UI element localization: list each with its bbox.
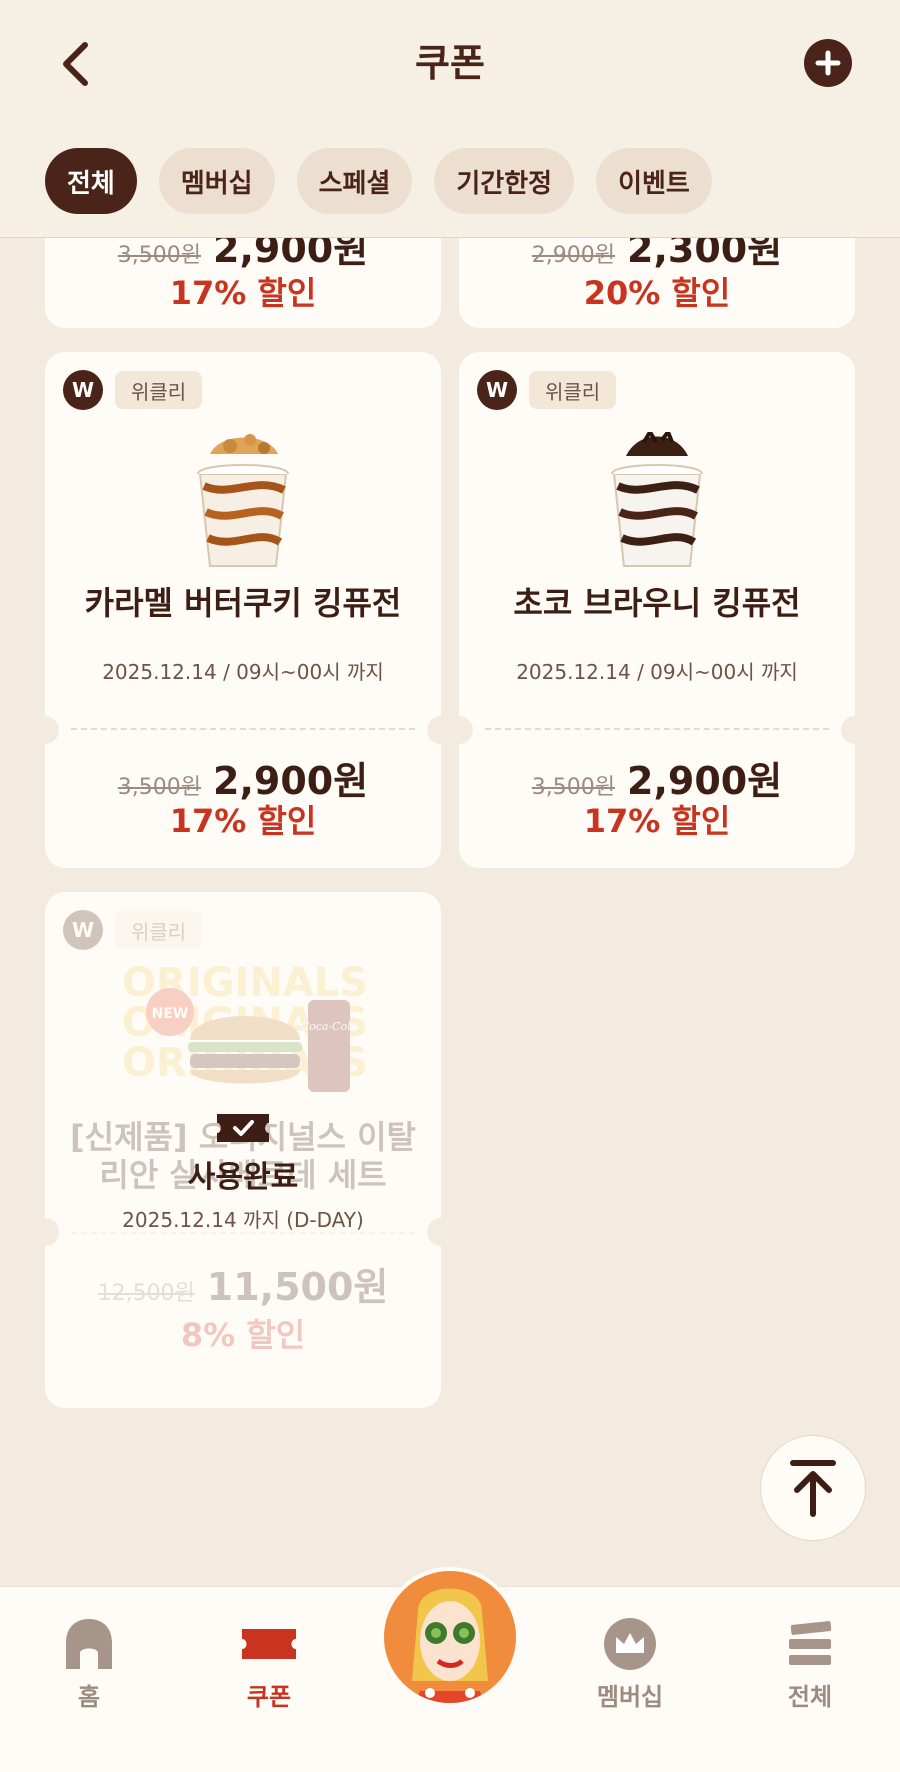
weekly-badge-icon: W	[63, 370, 103, 410]
coupon-product-name: 초코 브라우니 킹퓨전	[513, 584, 801, 622]
coupon-card-used[interactable]: W 위클리 ORIGINALS ORIGINALS ORIGINALS NEW …	[31, 892, 455, 1408]
discount-label: 20% 할인	[583, 274, 731, 312]
nav-label: 전체	[787, 1683, 833, 1711]
bottom-navigation: 홈 쿠폰 멤버십 전체	[0, 1567, 900, 1772]
character-avatar[interactable]	[380, 1567, 520, 1707]
tab-special[interactable]: 스페셜	[296, 148, 413, 214]
coupon-list[interactable]: 3,500원 2,900원 17% 할인 2,900원 2,300원 20% 할…	[0, 238, 900, 1586]
tab-limited[interactable]: 기간한정	[434, 148, 575, 214]
coupon-card[interactable]: 2,900원 2,300원 20% 할인	[459, 238, 855, 328]
used-status-label: 사용완료	[187, 1160, 299, 1195]
arrow-up-icon	[790, 1460, 836, 1517]
tab-event[interactable]: 이벤트	[596, 148, 712, 214]
coupon-card[interactable]: 3,500원 2,900원 17% 할인	[45, 238, 441, 328]
nav-all[interactable]: 전체	[750, 1617, 870, 1712]
original-price: 3,500원	[117, 243, 202, 268]
category-tabs: 전체 멤버십 스페셜 기간한정 이벤트	[45, 148, 712, 214]
add-coupon-button[interactable]	[804, 39, 852, 87]
original-price: 2,900원	[531, 243, 616, 268]
discount-label: 17% 할인	[169, 274, 317, 312]
scroll-top-button[interactable]	[760, 1435, 866, 1541]
original-price: 12,500원	[97, 1281, 195, 1306]
discount-label: 17% 할인	[169, 802, 317, 840]
nav-home[interactable]: 홈	[29, 1617, 149, 1712]
nav-label: 멤버십	[596, 1683, 664, 1711]
weekly-badge-icon: W	[63, 910, 103, 950]
sale-price: 11,500원	[206, 1265, 389, 1309]
menu-stack-icon	[789, 1621, 832, 1665]
app-header: 쿠폰 전체 멤버십 스페셜 기간한정 이벤트	[0, 0, 900, 238]
page-title: 쿠폰	[415, 41, 485, 85]
crown-icon	[604, 1618, 656, 1670]
tab-membership[interactable]: 멤버십	[158, 148, 275, 214]
coupon-validity: 2025.12.14 까지 (D-DAY)	[122, 1208, 364, 1232]
ticket-check-icon	[217, 1114, 269, 1142]
discount-label: 17% 할인	[583, 802, 731, 840]
svg-text:Coca-Cola: Coca-Cola	[301, 1020, 358, 1033]
coupon-tag: 위클리	[115, 371, 203, 409]
weekly-badge-icon: W	[477, 370, 517, 410]
nav-membership[interactable]: 멤버십	[570, 1617, 690, 1712]
svg-text:NEW: NEW	[152, 1006, 189, 1022]
caramel-sundae-image	[197, 434, 289, 567]
ticket-icon	[242, 1629, 296, 1659]
coupon-tag: 위클리	[529, 371, 617, 409]
nav-label: 쿠폰	[246, 1683, 292, 1711]
nav-coupon[interactable]: 쿠폰	[209, 1617, 329, 1712]
home-icon	[66, 1619, 112, 1669]
coupon-product-name: 카라멜 버터쿠키 킹퓨전	[84, 584, 402, 622]
discount-label: 8% 할인	[180, 1316, 306, 1354]
coupon-tag: 위클리	[115, 911, 203, 949]
coupon-validity: 2025.12.14 / 09시~00시 까지	[516, 660, 798, 684]
coupon-card[interactable]: W 위클리 초코 브라우니 킹퓨전 2025.12.14 / 09시~00시 까…	[445, 352, 869, 868]
character-face-icon	[412, 1588, 488, 1703]
plus-icon	[815, 50, 841, 76]
choco-sundae-image	[611, 432, 703, 567]
coupon-card[interactable]: W 위클리 카라멜 버터쿠키 킹퓨전 2025.12.14 / 09시~00시 …	[31, 352, 455, 868]
tab-all[interactable]: 전체	[45, 148, 137, 214]
used-status-overlay: 사용완료	[45, 1110, 441, 1196]
nav-label: 홈	[77, 1683, 101, 1711]
coupon-validity: 2025.12.14 / 09시~00시 까지	[102, 660, 384, 684]
burger-set-image: ORIGINALS ORIGINALS ORIGINALS NEW Coca-C…	[122, 960, 368, 1092]
